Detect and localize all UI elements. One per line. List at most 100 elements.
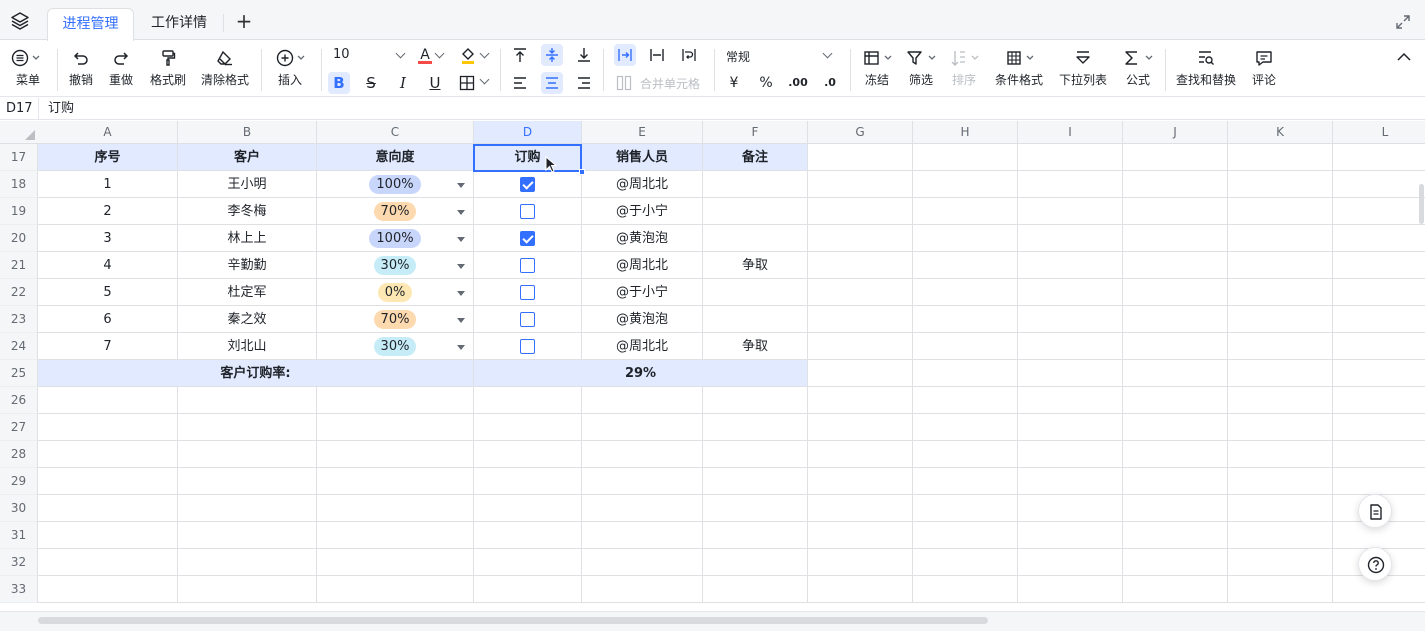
intent-cell[interactable]: 70%: [317, 198, 474, 225]
strikethrough-button[interactable]: S: [360, 72, 382, 94]
percent-button[interactable]: %: [755, 72, 777, 94]
horizontal-scrollbar-thumb[interactable]: [38, 617, 988, 624]
empty-cell[interactable]: [474, 414, 582, 441]
summary-label-cell[interactable]: 客户订购率:: [38, 360, 474, 387]
chevron-down-icon[interactable]: [822, 48, 833, 59]
empty-cell[interactable]: [1018, 306, 1123, 333]
fullscreen-icon[interactable]: [1395, 14, 1411, 30]
sales-person-cell[interactable]: @周北北: [582, 171, 703, 198]
ordered-cell[interactable]: [474, 333, 582, 360]
empty-cell[interactable]: [913, 468, 1018, 495]
sales-person-cell[interactable]: @周北北: [582, 333, 703, 360]
empty-cell[interactable]: [808, 279, 913, 306]
empty-cell[interactable]: [317, 576, 474, 603]
empty-cell[interactable]: [913, 495, 1018, 522]
empty-cell[interactable]: [1228, 468, 1333, 495]
customer-cell[interactable]: 秦之效: [178, 306, 317, 333]
empty-cell[interactable]: [178, 468, 317, 495]
empty-cell[interactable]: [808, 171, 913, 198]
empty-cell[interactable]: [808, 144, 913, 171]
column-header-j[interactable]: J: [1123, 121, 1228, 144]
empty-cell[interactable]: [1333, 144, 1425, 171]
ordered-cell[interactable]: [474, 252, 582, 279]
empty-cell[interactable]: [1018, 441, 1123, 468]
add-sheet-button[interactable]: +: [232, 10, 256, 34]
note-cell[interactable]: [703, 171, 808, 198]
ordered-cell[interactable]: [474, 279, 582, 306]
empty-cell[interactable]: [1018, 360, 1123, 387]
empty-cell[interactable]: [474, 495, 582, 522]
empty-cell[interactable]: [1228, 360, 1333, 387]
empty-cell[interactable]: [1123, 252, 1228, 279]
ordered-checkbox[interactable]: [520, 231, 535, 246]
row-header-26[interactable]: 26: [0, 387, 38, 414]
column-header-d[interactable]: D: [474, 121, 582, 144]
ordered-cell[interactable]: [474, 225, 582, 252]
row-header-20[interactable]: 20: [0, 225, 38, 252]
sales-person-cell[interactable]: @于小宁: [582, 279, 703, 306]
align-top-icon[interactable]: [509, 44, 531, 66]
dropdown-arrow-icon[interactable]: [457, 318, 465, 323]
empty-cell[interactable]: [178, 576, 317, 603]
empty-cell[interactable]: [582, 495, 703, 522]
ordered-cell[interactable]: [474, 171, 582, 198]
row-header-30[interactable]: 30: [0, 495, 38, 522]
dropdown-arrow-icon[interactable]: [457, 183, 465, 188]
empty-cell[interactable]: [703, 387, 808, 414]
italic-button[interactable]: I: [392, 72, 414, 94]
empty-cell[interactable]: [1018, 225, 1123, 252]
empty-cell[interactable]: [913, 549, 1018, 576]
redo-button[interactable]: 重做: [104, 47, 138, 93]
customer-cell[interactable]: 王小明: [178, 171, 317, 198]
empty-cell[interactable]: [1228, 441, 1333, 468]
ordered-cell[interactable]: [474, 306, 582, 333]
empty-cell[interactable]: [582, 549, 703, 576]
empty-cell[interactable]: [1228, 171, 1333, 198]
empty-cell[interactable]: [1228, 414, 1333, 441]
empty-cell[interactable]: [317, 414, 474, 441]
intent-cell[interactable]: 30%: [317, 333, 474, 360]
empty-cell[interactable]: [1123, 360, 1228, 387]
empty-cell[interactable]: [38, 495, 178, 522]
empty-cell[interactable]: [913, 198, 1018, 225]
empty-cell[interactable]: [1123, 279, 1228, 306]
align-bottom-icon[interactable]: [573, 44, 595, 66]
dropdown-arrow-icon[interactable]: [457, 210, 465, 215]
empty-cell[interactable]: [474, 468, 582, 495]
cell-reference[interactable]: D17: [6, 98, 36, 120]
empty-cell[interactable]: [703, 468, 808, 495]
empty-cell[interactable]: [1123, 522, 1228, 549]
row-number-cell[interactable]: 7: [38, 333, 178, 360]
column-header-k[interactable]: K: [1228, 121, 1333, 144]
empty-cell[interactable]: [1228, 279, 1333, 306]
empty-cell[interactable]: [1123, 576, 1228, 603]
wrap-text-icon[interactable]: [678, 44, 700, 66]
empty-cell[interactable]: [1018, 468, 1123, 495]
empty-cell[interactable]: [1123, 387, 1228, 414]
note-cell[interactable]: [703, 306, 808, 333]
note-cell[interactable]: [703, 225, 808, 252]
empty-cell[interactable]: [1333, 360, 1425, 387]
empty-cell[interactable]: [703, 522, 808, 549]
sales-person-cell[interactable]: @黄泡泡: [582, 225, 703, 252]
row-number-cell[interactable]: 1: [38, 171, 178, 198]
empty-cell[interactable]: [38, 387, 178, 414]
wrap-overflow-icon[interactable]: [614, 44, 636, 66]
currency-button[interactable]: ¥: [723, 72, 745, 94]
intent-cell[interactable]: 100%: [317, 171, 474, 198]
column-header-b[interactable]: B: [178, 121, 317, 144]
bold-button[interactable]: B: [328, 72, 350, 94]
empty-cell[interactable]: [582, 522, 703, 549]
align-middle-icon[interactable]: [541, 44, 563, 66]
merge-cells-button[interactable]: 合并单元格: [616, 74, 706, 92]
empty-cell[interactable]: [1228, 198, 1333, 225]
empty-cell[interactable]: [474, 387, 582, 414]
empty-cell[interactable]: [1018, 549, 1123, 576]
dropdown-list-button[interactable]: 下拉列表: [1056, 47, 1110, 93]
empty-cell[interactable]: [808, 333, 913, 360]
ordered-checkbox[interactable]: [520, 258, 535, 273]
empty-cell[interactable]: [1123, 468, 1228, 495]
align-left-icon[interactable]: [509, 72, 531, 94]
empty-cell[interactable]: [1018, 279, 1123, 306]
empty-cell[interactable]: [913, 360, 1018, 387]
